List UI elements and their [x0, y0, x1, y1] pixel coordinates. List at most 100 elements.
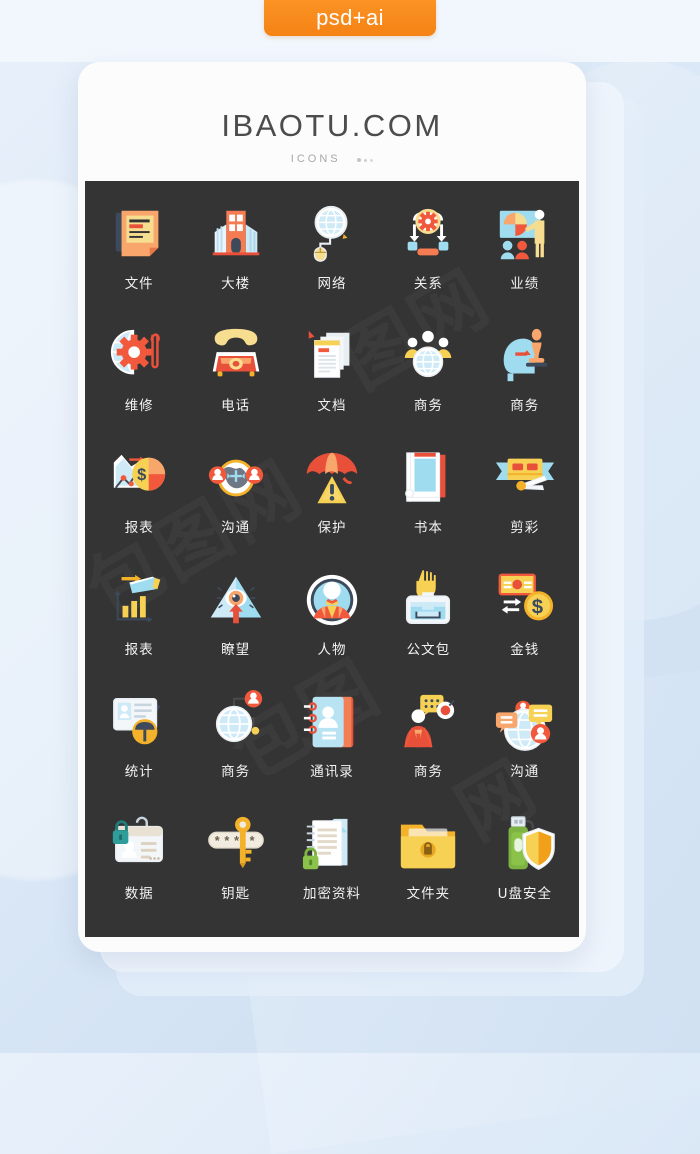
presentation-chart-icon	[494, 203, 556, 265]
icon-label: 网络	[317, 276, 347, 292]
icon-label: 电话	[221, 398, 251, 414]
icon-label: 关系	[413, 276, 443, 292]
icon-cell-business-chess[interactable]: 商务	[477, 317, 573, 439]
icon-cell-network[interactable]: 网络	[284, 195, 380, 317]
icon-label: 大楼	[221, 276, 251, 292]
umbrella-warning-icon	[301, 447, 363, 509]
page-subtitle: ICONS	[78, 153, 586, 165]
gear-wrench-icon	[108, 325, 170, 387]
icon-cell-statistics[interactable]: 统计	[91, 683, 187, 805]
eye-triangle-icon	[205, 569, 267, 631]
icon-cell-communicate[interactable]: 沟通	[187, 439, 283, 561]
svg-text:*: *	[224, 834, 229, 848]
icon-cell-file[interactable]: 文件	[91, 195, 187, 317]
icon-cell-performance[interactable]: 业绩	[477, 195, 573, 317]
documents-icon	[301, 325, 363, 387]
icon-cell-key[interactable]: * * * * 钥匙	[187, 805, 283, 927]
id-card-umbrella-icon	[108, 691, 170, 753]
globe-chat-icon	[494, 691, 556, 753]
banknote-coin-icon: $	[494, 569, 556, 631]
icon-label: 业绩	[510, 276, 540, 292]
icon-grid: 文件 大楼 网络 关系 业绩 维修 电话 文档 商务 商务 $ 报表 沟通 保护…	[85, 181, 579, 937]
icon-cell-money[interactable]: $ 金钱	[477, 561, 573, 683]
gear-workflow-icon	[397, 203, 459, 265]
icon-cell-person[interactable]: 人物	[284, 561, 380, 683]
icon-label: 商务	[221, 764, 251, 780]
icon-label: 文档	[317, 398, 347, 414]
address-book-icon	[301, 691, 363, 753]
svg-text:*: *	[234, 834, 239, 848]
icon-label: 报表	[124, 642, 154, 658]
icon-cell-document[interactable]: 文档	[284, 317, 380, 439]
id-card-lock-icon	[108, 813, 170, 875]
telescope-bars-icon	[108, 569, 170, 631]
subtitle-dots-icon	[354, 153, 374, 165]
icon-cell-contacts[interactable]: 通讯录	[284, 683, 380, 805]
people-chat-icon	[397, 691, 459, 753]
icon-cell-report-pie[interactable]: $ 报表	[91, 439, 187, 561]
office-building-icon	[205, 203, 267, 265]
svg-text:*: *	[249, 834, 254, 848]
hand-briefcase-icon	[397, 569, 459, 631]
globe-mouse-icon	[301, 203, 363, 265]
icon-label: 数据	[124, 886, 154, 902]
icon-label: 文件夹	[406, 886, 451, 902]
icon-label: 人物	[317, 642, 347, 658]
icon-cell-ribbon-cutting[interactable]: 剪彩	[477, 439, 573, 561]
icon-label: 维修	[124, 398, 154, 414]
icon-label: U盘安全	[497, 886, 552, 902]
icon-label: 沟通	[510, 764, 540, 780]
svg-text:*: *	[214, 834, 219, 848]
icon-cell-business-talk[interactable]: 商务	[380, 683, 476, 805]
svg-text:$: $	[532, 597, 544, 619]
icon-cell-business-team[interactable]: 商务	[380, 317, 476, 439]
icon-cell-business-globe[interactable]: 商务	[187, 683, 283, 805]
locked-notebook-icon	[301, 813, 363, 875]
globe-users-icon	[205, 447, 267, 509]
avatar-circle-icon	[301, 569, 363, 631]
icon-label: 商务	[413, 764, 443, 780]
icon-label: 商务	[510, 398, 540, 414]
page-subtitle-text: ICONS	[290, 153, 341, 165]
icon-cell-data[interactable]: 数据	[91, 805, 187, 927]
icon-cell-usb-security[interactable]: U盘安全	[477, 805, 573, 927]
head-chess-icon	[494, 325, 556, 387]
icon-cell-book[interactable]: 书本	[380, 439, 476, 561]
page-title: IBAOTU.COM	[221, 108, 443, 143]
icon-label: 加密资料	[302, 886, 361, 902]
ribbon-scissors-icon	[494, 447, 556, 509]
open-book-icon	[397, 447, 459, 509]
icon-cell-communication[interactable]: 沟通	[477, 683, 573, 805]
icon-label: 公文包	[406, 642, 451, 658]
icon-label: 商务	[413, 398, 443, 414]
secure-folder-icon	[397, 813, 459, 875]
icon-cell-protect[interactable]: 保护	[284, 439, 380, 561]
icon-cell-lookout[interactable]: 瞭望	[187, 561, 283, 683]
usb-shield-icon	[494, 813, 556, 875]
icon-label: 钥匙	[221, 886, 251, 902]
icon-label: 文件	[124, 276, 154, 292]
icon-cell-relation[interactable]: 关系	[380, 195, 476, 317]
icon-grid-panel: 包图网 图网 包图 网 文件 大楼 网络 关系 业绩 维修 电话 文档 商务 商…	[85, 181, 579, 937]
icon-label: 剪彩	[510, 520, 540, 536]
icon-label: 通讯录	[310, 764, 354, 780]
icon-cell-report-scope[interactable]: 报表	[91, 561, 187, 683]
icon-label: 保护	[317, 520, 347, 536]
icon-cell-maintenance[interactable]: 维修	[91, 317, 187, 439]
icon-label: 报表	[124, 520, 154, 536]
icon-label: 书本	[413, 520, 443, 536]
icon-cell-telephone[interactable]: 电话	[187, 317, 283, 439]
icon-cell-encrypted-doc[interactable]: 加密资料	[284, 805, 380, 927]
password-key-icon: * * * *	[205, 813, 267, 875]
desk-phone-icon	[205, 325, 267, 387]
icon-cell-folder[interactable]: 文件夹	[380, 805, 476, 927]
file-note-icon	[108, 203, 170, 265]
icon-cell-building[interactable]: 大楼	[187, 195, 283, 317]
team-globe-icon	[397, 325, 459, 387]
globe-node-icon	[205, 690, 267, 753]
icon-set-card: IBAOTU.COM ICONS 包图网 图网 包图 网 文件 大楼 网络 关系…	[78, 62, 586, 952]
icon-label: 金钱	[510, 642, 540, 658]
icon-cell-briefcase[interactable]: 公文包	[380, 561, 476, 683]
icon-label: 统计	[124, 764, 154, 780]
chart-pie-dollar-icon: $	[108, 447, 170, 509]
